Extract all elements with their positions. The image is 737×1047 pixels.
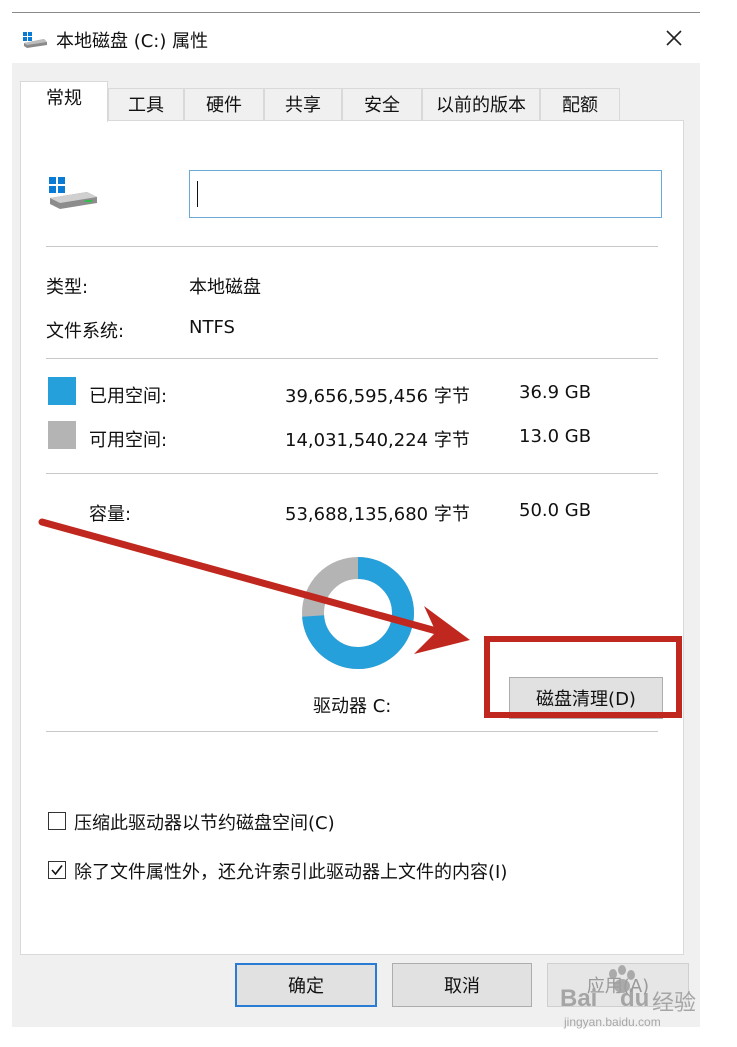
tab-security[interactable]: 安全 (342, 88, 422, 121)
ok-button[interactable]: 确定 (235, 963, 377, 1007)
used-space-bytes: 39,656,595,456 字节 (285, 386, 470, 407)
watermark-brand: Bai (560, 985, 598, 1012)
properties-dialog: 本地磁盘 (C:) 属性 常规 工具 硬件 共享 安全 以前的版本 配额 类型:… (12, 12, 700, 1027)
tab-strip: 常规 工具 硬件 共享 安全 以前的版本 配额 (20, 81, 700, 122)
tab-tools[interactable]: 工具 (108, 88, 184, 121)
general-panel: 类型: 本地磁盘 文件系统: NTFS 已用空间: 39,656,595,456… (20, 120, 684, 955)
separator (46, 473, 658, 474)
used-space-swatch (48, 377, 76, 405)
filesystem-value: NTFS (189, 317, 235, 338)
disk-usage-donut (302, 557, 414, 669)
free-space-label: 可用空间: (89, 430, 168, 451)
type-label: 类型: (46, 277, 89, 298)
separator (46, 358, 658, 359)
close-button[interactable] (648, 13, 700, 63)
free-space-swatch (48, 421, 76, 449)
separator (46, 246, 658, 247)
capacity-label: 容量: (89, 504, 132, 525)
used-space-size: 36.9 GB (519, 382, 592, 403)
free-space-bytes: 14,031,540,224 字节 (285, 430, 470, 451)
drive-icon (49, 177, 97, 209)
title-bar: 本地磁盘 (C:) 属性 (12, 13, 700, 63)
index-label: 除了文件属性外，还允许索引此驱动器上文件的内容(I) (74, 862, 508, 883)
tab-quota[interactable]: 配额 (540, 88, 620, 121)
capacity-size: 50.0 GB (519, 500, 592, 521)
compress-label: 压缩此驱动器以节约磁盘空间(C) (74, 813, 335, 834)
free-space-size: 13.0 GB (519, 426, 592, 447)
used-space-label: 已用空间: (89, 386, 168, 407)
filesystem-label: 文件系统: (46, 321, 125, 342)
capacity-bytes: 53,688,135,680 字节 (285, 504, 470, 525)
watermark-suffix: 经验 (652, 990, 697, 1015)
disk-cleanup-button[interactable]: 磁盘清理(D) (509, 677, 663, 719)
text-caret (197, 181, 198, 207)
checkmark-icon (51, 865, 63, 876)
tab-general[interactable]: 常规 (20, 81, 108, 122)
window-title: 本地磁盘 (C:) 属性 (56, 31, 209, 52)
watermark-url: jingyan.baidu.com (564, 1015, 661, 1029)
separator (46, 731, 658, 732)
drive-name-input[interactable] (189, 170, 662, 218)
tab-previous-versions[interactable]: 以前的版本 (422, 88, 540, 121)
drive-label: 驱动器 C: (313, 696, 392, 717)
watermark-brand-2: du (620, 985, 650, 1012)
index-checkbox[interactable] (48, 861, 66, 879)
tab-hardware[interactable]: 硬件 (184, 88, 264, 121)
tab-sharing[interactable]: 共享 (264, 88, 342, 121)
type-value: 本地磁盘 (189, 277, 261, 298)
cancel-button[interactable]: 取消 (392, 963, 532, 1007)
close-icon (666, 30, 682, 46)
baidu-watermark: Bai du 经验 jingyan.baidu.com (560, 965, 710, 1035)
drive-icon (23, 32, 47, 48)
compress-checkbox[interactable] (48, 812, 66, 830)
